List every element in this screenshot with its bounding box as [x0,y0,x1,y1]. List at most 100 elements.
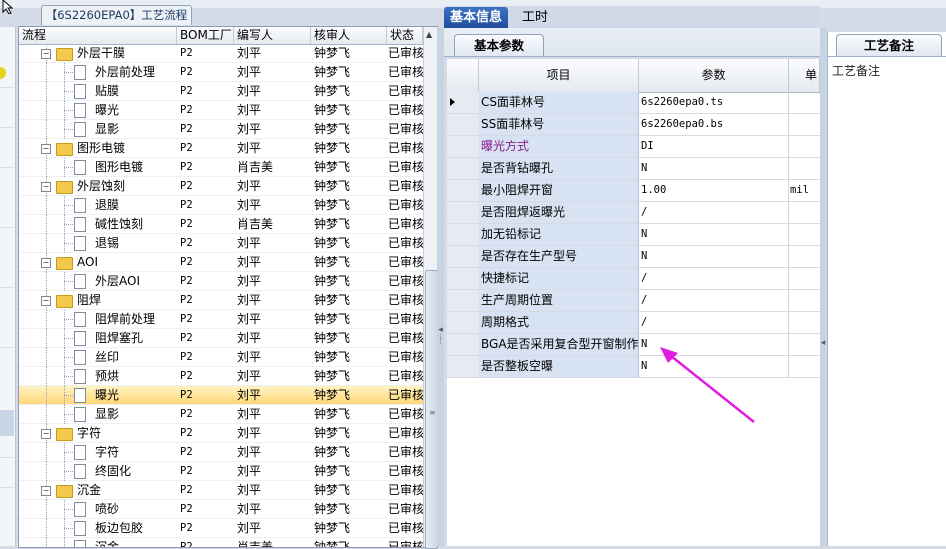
bom-factory-cell: P2 [180,47,193,59]
param-row[interactable]: CS面菲林号 6s2260epa0.ts [447,92,820,114]
tree-line [64,452,73,453]
row-indicator[interactable] [447,356,480,377]
param-value-cell[interactable]: DI [639,136,789,157]
panel-splitter[interactable]: ◂ ⋮ ⋮ [437,27,444,546]
collapse-toggle-icon[interactable]: − [41,486,51,496]
row-indicator[interactable] [447,290,480,311]
reviewer-cell: 钟梦飞 [314,369,351,383]
row-indicator[interactable] [447,224,480,245]
param-row[interactable]: 是否背钻曝孔 N [447,158,820,180]
tree-row[interactable]: 字符 P2 刘平 钟梦飞 已审核 [19,443,423,462]
tree-folder-row[interactable]: − 沉金 P2 刘平 钟梦飞 已审核 [19,481,423,500]
tree-folder-row[interactable]: − 外层蚀刻 P2 刘平 钟梦飞 已审核 [19,177,423,196]
tree-scrollbar[interactable]: ▲ ≡ [423,27,438,549]
tree-row[interactable]: 曝光 P2 刘平 钟梦飞 已审核 [19,101,423,120]
param-row[interactable]: 加无铅标记 N [447,224,820,246]
param-row[interactable]: 是否存在生产型号 N [447,246,820,268]
tree-row[interactable]: 外层AOI P2 刘平 钟梦飞 已审核 [19,272,423,291]
tree-row[interactable]: 板边包胶 P2 刘平 钟梦飞 已审核 [19,519,423,538]
tree-row[interactable]: 显影 P2 刘平 钟梦飞 已审核 [19,405,423,424]
tree-row[interactable]: 显影 P2 刘平 钟梦飞 已审核 [19,120,423,139]
row-indicator[interactable] [447,202,480,223]
param-row[interactable]: 快捷标记 / [447,268,820,290]
param-row[interactable]: 最小阻焊开窗 1.00 mil [447,180,820,202]
tree-node-label: 贴膜 [95,84,120,98]
tab-basic-info[interactable]: 基本信息 [444,7,509,28]
tree-folder-row[interactable]: − 图形电镀 P2 刘平 钟梦飞 已审核 [19,139,423,158]
tree-row[interactable]: 外层前处理 P2 刘平 钟梦飞 已审核 [19,63,423,82]
row-indicator[interactable] [447,114,480,135]
param-value-cell[interactable]: 1.00 [639,180,789,201]
tab-working-hours[interactable]: 工时 [516,7,554,28]
collapse-toggle-icon[interactable]: − [41,258,51,268]
divider [0,457,14,458]
collapse-right-icon[interactable]: ◂ [820,338,826,348]
tree-row[interactable]: 喷砂 P2 刘平 钟梦飞 已审核 [19,500,423,519]
bom-factory-cell: P2 [180,218,193,230]
col-status[interactable]: 状态 [387,27,423,44]
document-icon [74,521,86,536]
col-writer[interactable]: 编写人 [234,27,311,44]
tree-folder-row[interactable]: − 阻焊 P2 刘平 钟梦飞 已审核 [19,291,423,310]
collapse-toggle-icon[interactable]: − [41,296,51,306]
col-item[interactable]: 项目 [479,59,639,92]
tree-row[interactable]: 贴膜 P2 刘平 钟梦飞 已审核 [19,82,423,101]
tab-process-notes[interactable]: 工艺备注 [836,34,942,56]
tree-node-label: 图形电镀 [95,160,144,174]
collapse-toggle-icon[interactable]: − [41,429,51,439]
tree-row[interactable]: 退锡 P2 刘平 钟梦飞 已审核 [19,234,423,253]
bom-factory-cell: P2 [180,123,193,135]
tree-row[interactable]: 终固化 P2 刘平 钟梦飞 已审核 [19,462,423,481]
col-param[interactable]: 参数 [639,59,789,92]
param-value-cell[interactable]: 6s2260epa0.bs [639,114,789,135]
tree-row[interactable]: 阻焊塞孔 P2 刘平 钟梦飞 已审核 [19,329,423,348]
row-indicator[interactable] [447,136,480,157]
col-reviewer[interactable]: 核审人 [311,27,387,44]
row-indicator[interactable] [447,158,480,179]
tree-row[interactable]: 退膜 P2 刘平 钟梦飞 已审核 [19,196,423,215]
tree-row[interactable]: 阻焊前处理 P2 刘平 钟梦飞 已审核 [19,310,423,329]
row-indicator[interactable] [447,334,480,355]
tree-folder-row[interactable]: − 外层干膜 P2 刘平 钟梦飞 已审核 [19,44,423,63]
grip-icon: ≡ [429,408,436,417]
param-row[interactable]: 曝光方式 DI [447,136,820,158]
tree-row[interactable]: 丝印 P2 刘平 钟梦飞 已审核 [19,348,423,367]
col-unit[interactable]: 单 [789,59,820,92]
param-row[interactable]: 生产周期位置 / [447,290,820,312]
param-value-cell[interactable]: / [639,290,789,311]
row-indicator[interactable] [447,268,480,289]
row-indicator[interactable] [447,312,480,333]
param-row[interactable]: 是否阻焊返曝光 / [447,202,820,224]
scroll-up-icon[interactable]: ▲ [426,30,432,39]
param-value-cell[interactable]: / [639,202,789,223]
tree-node-label: 显影 [95,122,120,136]
tree-folder-row[interactable]: − 字符 P2 刘平 钟梦飞 已审核 [19,424,423,443]
param-row[interactable]: SS面菲林号 6s2260epa0.bs [447,114,820,136]
sliver-selected-row[interactable] [0,410,14,436]
collapse-toggle-icon[interactable]: − [41,49,51,59]
tab-basic-params[interactable]: 基本参数 [454,34,544,56]
param-value-cell[interactable]: / [639,268,789,289]
tree-folder-row[interactable]: − AOI P2 刘平 钟梦飞 已审核 [19,253,423,272]
param-value-cell[interactable]: N [639,246,789,267]
collapse-toggle-icon[interactable]: − [41,182,51,192]
collapse-toggle-icon[interactable]: − [41,144,51,154]
param-value-cell[interactable]: N [639,158,789,179]
workflow-tab[interactable]: 【6S2260EPA0】工艺流程 [41,5,192,25]
tree-line [64,319,73,320]
tree-row[interactable]: 图形电镀 P2 肖吉美 钟梦飞 已审核 [19,158,423,177]
tree-row[interactable]: 预烘 P2 刘平 钟梦飞 已审核 [19,367,423,386]
param-unit-cell [789,290,820,311]
row-indicator[interactable] [447,92,480,113]
param-value-cell[interactable]: 6s2260epa0.ts [639,92,789,113]
writer-cell: 刘平 [237,84,262,98]
row-indicator[interactable] [447,180,480,201]
panel-splitter-right[interactable]: ◂ [820,28,826,546]
col-flow[interactable]: 流程 [19,27,177,44]
tree-row[interactable]: 碱性蚀刻 P2 肖吉美 钟梦飞 已审核 [19,215,423,234]
col-bom-factory[interactable]: BOM工厂 [177,27,234,44]
param-value-cell[interactable]: N [639,224,789,245]
tree-row[interactable]: 曝光 P2 刘平 钟梦飞 已审核 [19,386,423,405]
param-unit-cell [789,334,820,355]
row-indicator[interactable] [447,246,480,267]
